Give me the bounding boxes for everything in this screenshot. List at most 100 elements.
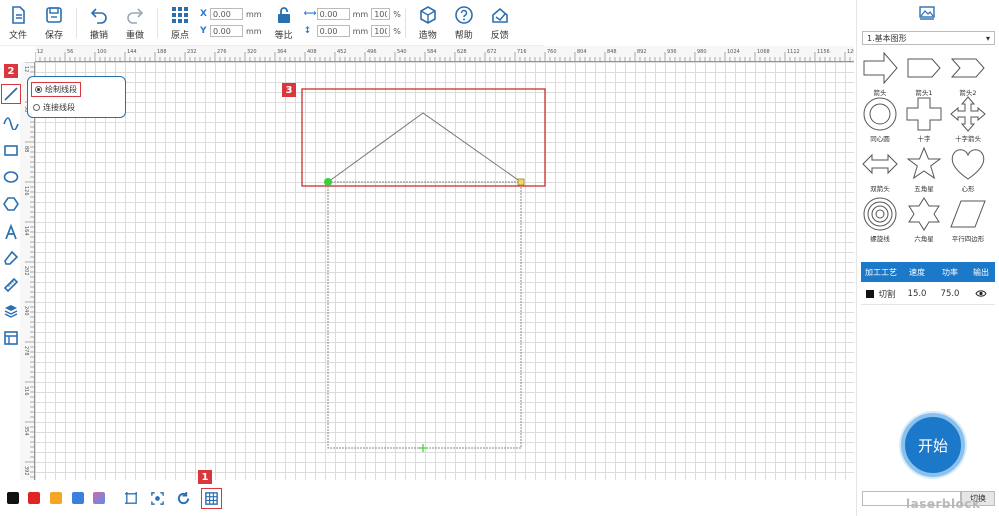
y-position-input[interactable] xyxy=(210,25,243,37)
shape-arrow-1[interactable]: 箭头1 xyxy=(904,50,944,97)
rotate-button[interactable] xyxy=(174,489,192,507)
segment-start-node[interactable] xyxy=(324,178,332,186)
top-ruler-ticks: 12 56 100 144 188 232 276 320 364 408 452 496 540 584… xyxy=(34,49,890,62)
feedback-button[interactable]: 反馈 xyxy=(482,0,518,46)
x-position-input[interactable] xyxy=(210,8,243,20)
grid-icon xyxy=(205,492,218,505)
line-tool-button[interactable] xyxy=(1,84,21,104)
annotation-badge-3: 3 xyxy=(282,83,296,97)
select-all-button[interactable] xyxy=(148,489,166,507)
shape-cross-arrow[interactable]: 十字箭头 xyxy=(948,96,988,143)
shape-arrow[interactable]: 箭头 xyxy=(860,50,900,97)
connect-segment-option[interactable]: 连接线段 xyxy=(33,102,75,113)
line-mode-popup: 绘制线段 连接线段 xyxy=(27,76,126,118)
shape-double-arrow[interactable]: 双箭头 xyxy=(860,146,900,193)
shape-heart[interactable]: 心形 xyxy=(948,146,988,193)
color-swatch-black[interactable] xyxy=(7,492,19,504)
height-input[interactable] xyxy=(316,25,350,37)
ruler-icon xyxy=(3,277,19,293)
power-value[interactable]: 75.0 xyxy=(933,289,967,299)
curve-icon xyxy=(3,117,19,130)
toolbar-divider xyxy=(157,7,158,38)
segment-end-node[interactable] xyxy=(517,178,525,186)
layers-icon xyxy=(4,305,18,318)
shape-spiral[interactable]: 螺旋线 xyxy=(860,196,900,243)
house-body-outline[interactable] xyxy=(327,181,522,449)
chevron-down-icon: ▾ xyxy=(985,33,990,43)
watermark-text: laserblock xyxy=(906,497,981,511)
redo-button[interactable]: 重做 xyxy=(117,0,153,46)
height-percent-input[interactable] xyxy=(371,25,391,37)
grid-toggle-button[interactable] xyxy=(201,488,222,509)
output-toggle[interactable] xyxy=(967,289,995,298)
ruler-label: 88 xyxy=(23,146,29,152)
template-tool-button[interactable] xyxy=(1,328,21,348)
help-button[interactable]: 帮助 xyxy=(446,0,482,46)
double-arrow-icon xyxy=(862,153,898,175)
ruler-label: 892 xyxy=(637,49,647,55)
width-input[interactable] xyxy=(316,8,350,20)
drawing-canvas[interactable] xyxy=(35,62,854,480)
color-swatch-red[interactable] xyxy=(28,492,40,504)
shape-concentric-circle[interactable]: 同心圆 xyxy=(860,96,900,143)
ellipse-tool-button[interactable] xyxy=(1,167,21,187)
save-button[interactable]: 保存 xyxy=(36,0,72,46)
process-row[interactable]: 切割 15.0 75.0 xyxy=(861,283,995,305)
connect-segment-radio[interactable] xyxy=(33,104,40,111)
roof-line-segment[interactable] xyxy=(327,112,522,183)
eraser-tool-button[interactable] xyxy=(1,248,21,268)
shape-parallelogram[interactable]: 平行四边形 xyxy=(948,196,988,243)
ruler-label: 392 xyxy=(23,466,29,476)
undo-button[interactable]: 撤销 xyxy=(81,0,117,46)
shape-label: 平行四边形 xyxy=(951,235,985,243)
help-label: 帮助 xyxy=(454,30,473,41)
shape-label: 五角星 xyxy=(914,185,934,193)
shape-six-star[interactable]: 六角星 xyxy=(904,196,944,243)
lock-icon xyxy=(277,6,290,23)
lock-ratio-button[interactable]: 等比 xyxy=(266,0,302,46)
measure-tool-button[interactable] xyxy=(1,275,21,295)
main-toolbar: 文件 保存 撤销 重做 原点 X mm Y mm 等比 ⟷ xyxy=(0,0,545,46)
redo-icon xyxy=(127,7,144,24)
origin-button[interactable]: 原点 xyxy=(162,0,198,46)
shape-cross[interactable]: 十字 xyxy=(904,96,944,143)
fit-canvas-button[interactable] xyxy=(122,489,140,507)
shape-label: 双箭头 xyxy=(870,185,890,193)
toolbar-divider xyxy=(404,7,406,38)
polygon-tool-button[interactable] xyxy=(1,194,21,214)
draw-segment-radio[interactable] xyxy=(35,86,42,93)
text-tool-button[interactable] xyxy=(1,222,21,242)
width-percent-input[interactable] xyxy=(371,8,391,20)
start-button[interactable]: 开始 xyxy=(901,413,965,477)
line-icon xyxy=(4,87,18,101)
layers-tool-button[interactable] xyxy=(1,301,21,321)
file-label: 文件 xyxy=(8,30,27,41)
build-button[interactable]: 造物 xyxy=(410,0,446,46)
image-icon[interactable] xyxy=(919,6,935,20)
draw-segment-option[interactable]: 绘制线段 xyxy=(31,82,81,97)
shape-category-select[interactable]: 1.基本图形 ▾ xyxy=(862,31,995,45)
y-label: Y xyxy=(200,26,207,36)
ruler-label: 240 xyxy=(23,306,29,316)
rectangle-tool-button[interactable] xyxy=(1,140,21,160)
ruler-label: 936 xyxy=(667,49,677,55)
color-swatch-orange[interactable] xyxy=(50,492,62,504)
curve-tool-button[interactable] xyxy=(1,112,21,132)
ruler-label: 12 xyxy=(23,66,29,72)
file-button[interactable]: 文件 xyxy=(0,0,36,46)
ruler-label: 1024 xyxy=(727,49,740,55)
color-swatch-blue[interactable] xyxy=(72,492,84,504)
ruler-label: 804 xyxy=(577,49,587,55)
center-crosshair xyxy=(419,444,427,452)
speed-value[interactable]: 15.0 xyxy=(901,289,933,299)
connect-segment-label: 连接线段 xyxy=(43,103,75,112)
right-panel: 1.基本图形 ▾ 箭头 箭头1 箭头2 同心圆 十字 十字箭头 双箭头 五角星 … xyxy=(856,0,999,516)
ruler-label: 1200 xyxy=(847,49,854,55)
arrow-shape-icon xyxy=(863,51,898,85)
template-icon xyxy=(4,331,18,345)
shape-arrow-2[interactable]: 箭头2 xyxy=(948,50,988,97)
shape-five-star[interactable]: 五角星 xyxy=(904,146,944,193)
color-swatch-gradient[interactable] xyxy=(93,492,105,504)
ruler-label: 672 xyxy=(487,49,497,55)
select-icon xyxy=(150,491,164,505)
